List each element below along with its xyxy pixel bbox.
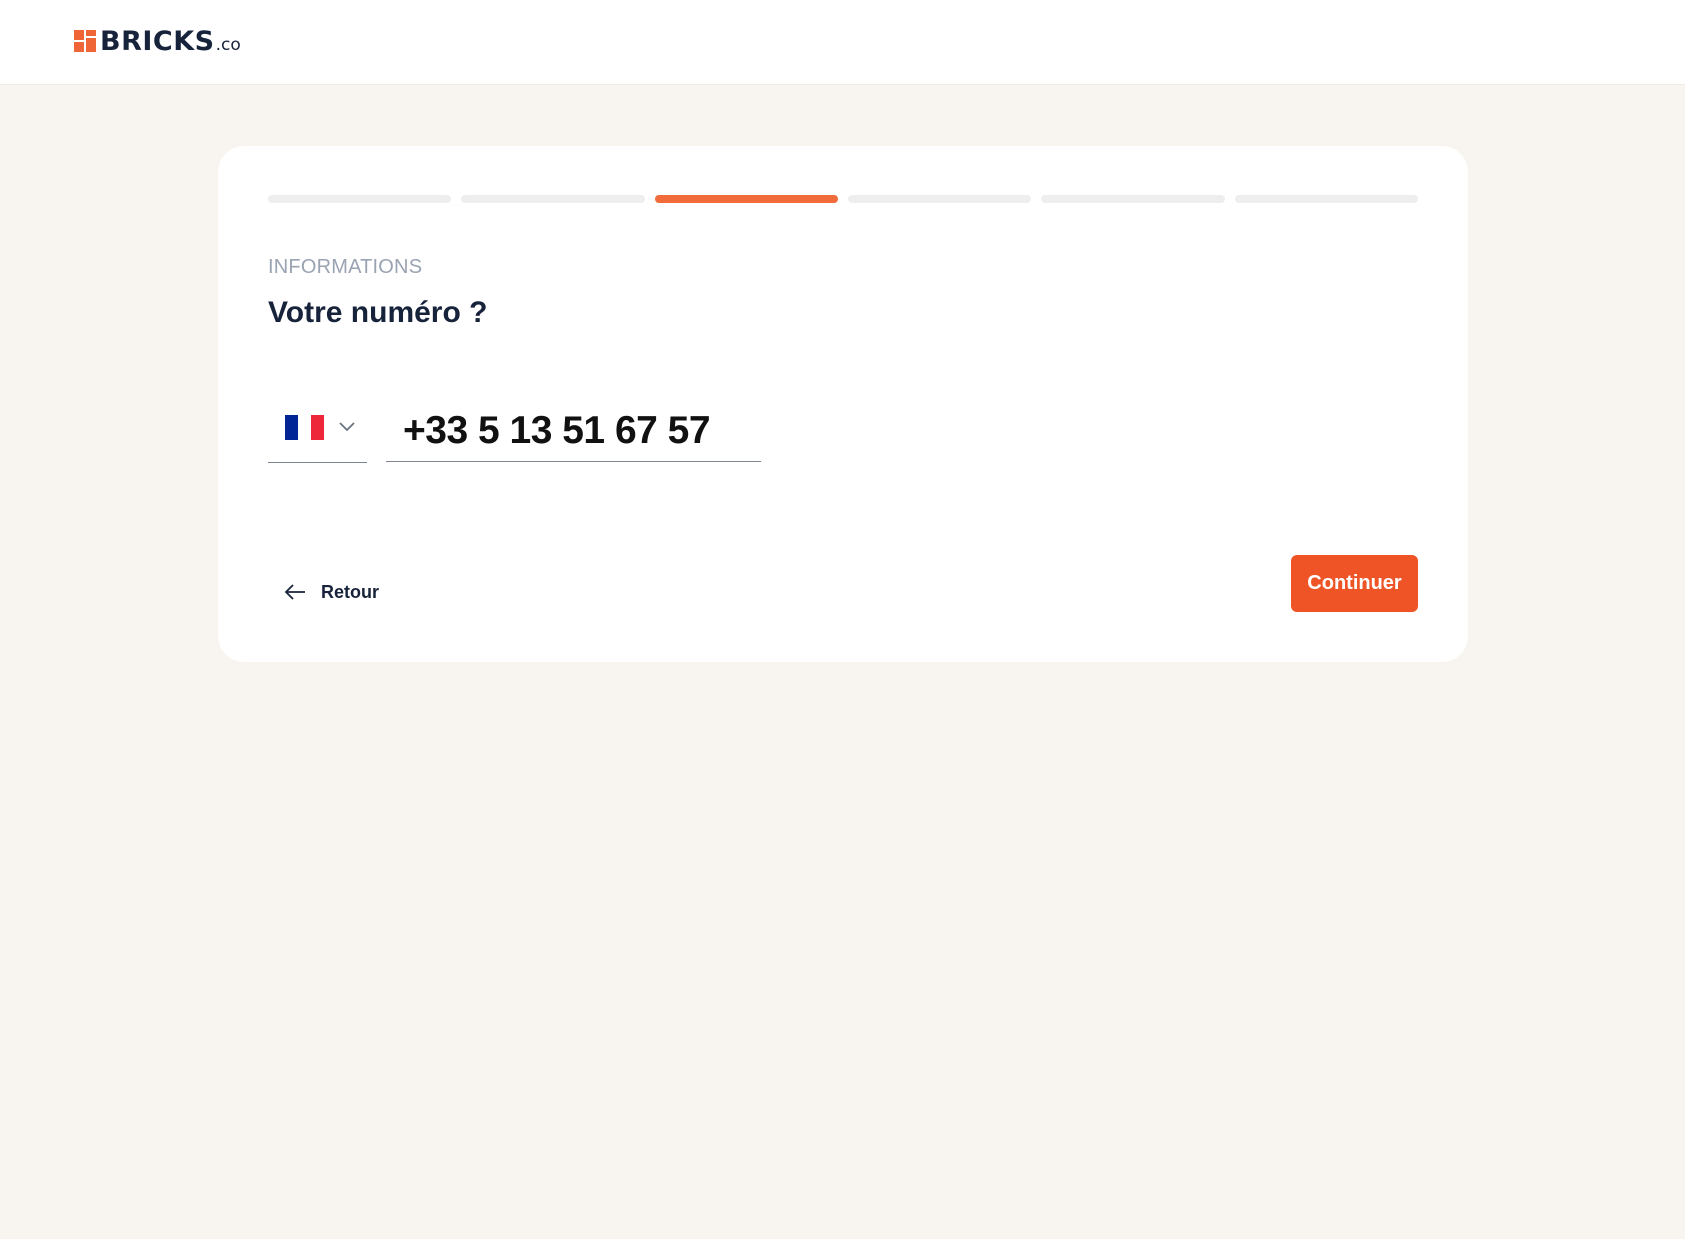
back-button[interactable]: Retour <box>284 572 379 612</box>
question-title: Votre numéro ? <box>268 296 488 329</box>
section-overline: INFORMATIONS <box>268 256 423 278</box>
progress-step-5 <box>1041 195 1225 203</box>
arrow-left-icon <box>284 584 305 600</box>
france-flag-icon <box>285 415 324 440</box>
progress-step-1 <box>268 195 452 203</box>
step-progress-bar <box>268 195 1418 203</box>
back-button-label: Retour <box>321 581 379 602</box>
form-card: INFORMATIONS Votre numéro ? Retour Conti… <box>218 146 1468 662</box>
progress-step-4 <box>847 195 1032 203</box>
continue-button[interactable]: Continuer <box>1291 555 1418 612</box>
bricks-logo-icon <box>74 30 96 52</box>
progress-step-3 <box>654 195 838 203</box>
logo-suffix: .co <box>215 35 241 55</box>
progress-step-2 <box>461 195 645 203</box>
site-header: BRICKS .co <box>0 0 1685 85</box>
phone-number-input[interactable] <box>386 401 761 462</box>
chevron-down-icon <box>339 422 355 432</box>
logo-text: BRICKS <box>100 26 215 57</box>
progress-step-6 <box>1234 195 1418 203</box>
country-code-select[interactable] <box>268 401 367 463</box>
bricks-logo[interactable]: BRICKS .co <box>74 26 241 58</box>
